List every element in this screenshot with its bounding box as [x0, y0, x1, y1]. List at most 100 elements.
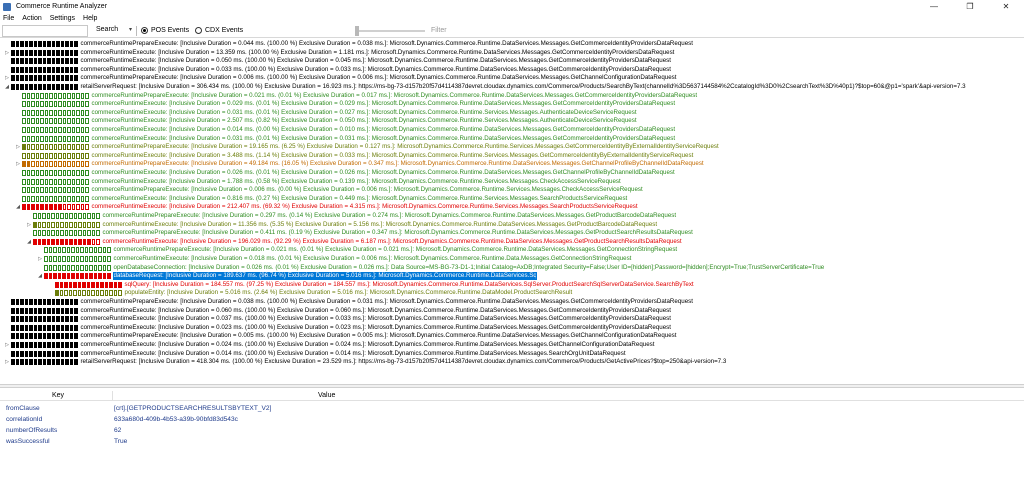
collapse-arrow-icon[interactable]: ◢	[37, 272, 43, 280]
duration-block	[73, 238, 77, 245]
tree-row[interactable]: ▷ commerceRuntimeExecute: [Inclusive Dura…	[0, 255, 1024, 263]
duration-block	[15, 75, 19, 82]
tree-row[interactable]: ▷ commerceRuntimeExecute: [Inclusive Dura…	[0, 221, 1024, 229]
tree-row[interactable]: commerceRuntimePrepareExecute: [Inclusiv…	[0, 298, 1024, 306]
duration-block	[85, 135, 89, 142]
duration-block	[51, 58, 55, 65]
tree-row[interactable]: ▷ retailServerRequest: [Inclusive Duratio…	[0, 358, 1024, 366]
duration-block	[29, 342, 33, 348]
tree-row[interactable]: commerceRuntimeExecute: [Inclusive Durat…	[0, 66, 1024, 74]
expand-arrow-icon[interactable]: ▷	[4, 49, 10, 57]
duration-block	[33, 75, 37, 82]
maximize-button[interactable]: ❐	[952, 0, 988, 13]
property-row[interactable]: wasSuccessful True	[0, 437, 1024, 447]
duration-block	[77, 290, 81, 297]
property-row[interactable]: fromClause [crt].[GETPRODUCTSEARCHRESULT…	[0, 404, 1024, 414]
tree-row[interactable]: openDatabaseConnection: [Inclusive Durat…	[0, 264, 1024, 272]
tree-row[interactable]: ◢ retailServerRequest: [Inclusive Duratio…	[0, 83, 1024, 91]
collapse-arrow-icon[interactable]: ◢	[15, 203, 21, 211]
tree-row[interactable]: commerceRuntimeExecute: [Inclusive Durat…	[0, 126, 1024, 134]
expand-arrow-icon[interactable]: ▷	[4, 358, 10, 366]
duration-block	[40, 101, 44, 108]
tree-row[interactable]: ▷ commerceRuntimeExecute: [Inclusive Dura…	[0, 49, 1024, 57]
menu-action[interactable]: Action	[22, 15, 41, 22]
tree-row[interactable]: ▷ commerceRuntimePrepareExecute: [Inclusi…	[0, 74, 1024, 82]
menu-settings[interactable]: Settings	[50, 15, 75, 22]
tree-row[interactable]: ◢ commerceRuntimeExecute: [Inclusive Dura…	[0, 203, 1024, 211]
tree-row[interactable]: ◢ databaseRequest: [Inclusive Duration = …	[0, 272, 1024, 281]
tree-row[interactable]: commerceRuntimeExecute: [Inclusive Durat…	[0, 195, 1024, 203]
collapse-arrow-icon[interactable]: ◢	[4, 83, 10, 91]
tree-row[interactable]: commerceRuntimeExecute: [Inclusive Durat…	[0, 178, 1024, 186]
duration-block	[69, 58, 73, 65]
column-separator[interactable]	[112, 391, 113, 401]
duration-block	[40, 92, 44, 99]
tree-row[interactable]: populateEntity: [Inclusive Duration = 5.…	[0, 289, 1024, 297]
cdx-events-radio[interactable]: CDX Events	[195, 27, 243, 34]
duration-block	[49, 170, 53, 176]
tree-row[interactable]: commerceRuntimeExecute: [Inclusive Durat…	[0, 315, 1024, 323]
tree-row[interactable]: ▷ commerceRuntimeExecute: [Inclusive Dura…	[0, 341, 1024, 349]
tree-row[interactable]: commerceRuntimePrepareExecute: [Inclusiv…	[0, 92, 1024, 100]
tree-row[interactable]: commerceRuntimeExecute: [Inclusive Durat…	[0, 109, 1024, 117]
duration-block	[11, 299, 15, 305]
duration-block	[42, 333, 46, 340]
tree-row[interactable]: commerceRuntimeExecute: [Inclusive Durat…	[0, 307, 1024, 315]
duration-block	[24, 75, 28, 82]
duration-block	[51, 213, 55, 219]
expand-arrow-icon[interactable]: ▷	[4, 74, 10, 82]
tree-row[interactable]: commerceRuntimePrepareExecute: [Inclusiv…	[0, 332, 1024, 340]
tree-row-label: commerceRuntimeExecute: [Inclusive Durat…	[80, 57, 671, 65]
tree-row[interactable]: commerceRuntimePrepareExecute: [Inclusiv…	[0, 246, 1024, 254]
tree-row[interactable]: ▷ commerceRuntimePrepareExecute: [Inclusi…	[0, 160, 1024, 168]
event-tree[interactable]: commerceRuntimePrepareExecute: [Inclusiv…	[0, 40, 1024, 372]
pane-splitter[interactable]	[0, 384, 1024, 388]
filter-slider[interactable]	[355, 26, 425, 36]
expand-arrow-icon[interactable]: ▷	[15, 160, 21, 168]
pos-events-radio[interactable]: POS Events	[141, 27, 189, 34]
tree-row[interactable]: commerceRuntimeExecute: [Inclusive Durat…	[0, 350, 1024, 358]
tree-row[interactable]: ▷ commerceRuntimePrepareExecute: [Inclusi…	[0, 143, 1024, 151]
expand-arrow-icon[interactable]: ▷	[4, 341, 10, 349]
menu-file[interactable]: File	[3, 15, 14, 22]
duration-block	[47, 84, 51, 90]
menu-help[interactable]: Help	[83, 15, 97, 22]
duration-block	[85, 109, 89, 116]
search-input[interactable]	[2, 25, 88, 37]
property-row[interactable]: correlationId 633a680d-409b-4b53-a39b-90…	[0, 415, 1024, 425]
duration-block	[74, 342, 78, 348]
duration-block	[35, 152, 39, 159]
tree-row[interactable]: commerceRuntimeExecute: [Inclusive Durat…	[0, 57, 1024, 65]
close-button[interactable]: ✕	[988, 0, 1024, 13]
property-row[interactable]: numberOfResults 62	[0, 426, 1024, 436]
duration-block	[53, 101, 57, 108]
tree-row[interactable]: commerceRuntimePrepareExecute: [Inclusiv…	[0, 40, 1024, 48]
duration-block	[60, 230, 64, 237]
search-dropdown-icon[interactable]: ▾	[129, 26, 132, 33]
search-button[interactable]: Search	[96, 26, 118, 33]
key-column-header[interactable]: Key	[52, 392, 64, 399]
tree-row[interactable]: ◢ commerceRuntimeExecute: [Inclusive Dura…	[0, 238, 1024, 246]
tree-row[interactable]: commerceRuntimeExecute: [Inclusive Durat…	[0, 100, 1024, 108]
expand-arrow-icon[interactable]: ▷	[26, 221, 32, 229]
tree-row[interactable]: sqlQuery: [Inclusive Duration = 184.557 …	[0, 281, 1024, 289]
duration-block	[51, 359, 55, 366]
tree-row[interactable]: commerceRuntimePrepareExecute: [Inclusiv…	[0, 229, 1024, 237]
tree-row[interactable]: commerceRuntimeExecute: [Inclusive Durat…	[0, 324, 1024, 332]
minimize-button[interactable]: —	[916, 0, 952, 13]
tree-row[interactable]: commerceRuntimeExecute: [Inclusive Durat…	[0, 117, 1024, 125]
expand-arrow-icon[interactable]: ▷	[15, 143, 21, 151]
tree-row[interactable]: commerceRuntimeExecute: [Inclusive Durat…	[0, 169, 1024, 177]
value-column-header[interactable]: Value	[318, 392, 335, 399]
tree-row[interactable]: commerceRuntimePrepareExecute: [Inclusiv…	[0, 212, 1024, 220]
expand-arrow-icon[interactable]: ▷	[37, 255, 43, 263]
slider-thumb[interactable]	[355, 26, 359, 36]
duration-block	[44, 144, 48, 151]
duration-block	[33, 307, 37, 314]
collapse-arrow-icon[interactable]: ◢	[26, 238, 32, 246]
tree-row[interactable]: commerceRuntimeExecute: [Inclusive Durat…	[0, 152, 1024, 160]
duration-block	[49, 118, 53, 125]
tree-row[interactable]: commerceRuntimePrepareExecute: [Inclusiv…	[0, 186, 1024, 194]
tree-row[interactable]: commerceRuntimeExecute: [Inclusive Durat…	[0, 135, 1024, 143]
